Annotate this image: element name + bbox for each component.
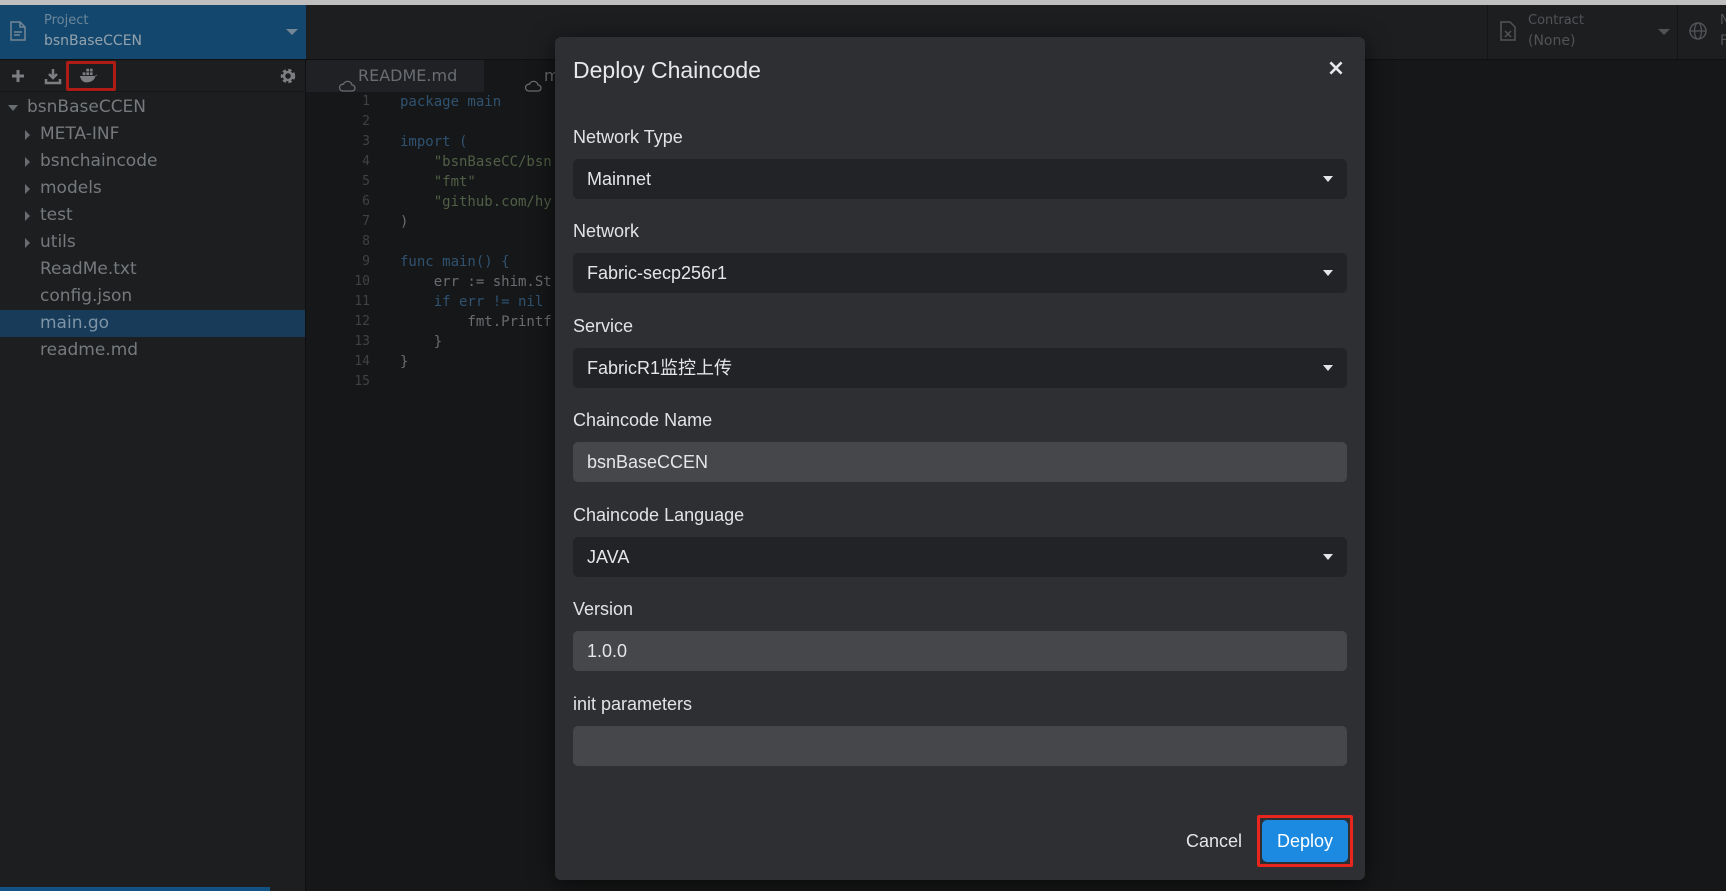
service-label: Service (573, 316, 634, 336)
chaincode-name-label: Chaincode Name (573, 410, 713, 430)
network-type-value: Mainnet (587, 169, 652, 189)
network-select[interactable]: Fabric-secp256r1 (573, 253, 1347, 293)
version-input[interactable]: 1.0.0 (573, 631, 1347, 671)
network-type-select[interactable]: Mainnet (573, 159, 1347, 199)
chevron-down-icon (1323, 176, 1333, 182)
network-value: Fabric-secp256r1 (587, 263, 728, 283)
deploy-button[interactable]: Deploy (1262, 820, 1348, 862)
chevron-down-icon (1323, 554, 1333, 560)
chaincode-name-value: bsnBaseCCEN (587, 452, 709, 472)
init-parameters-label: init parameters (573, 694, 693, 714)
chaincode-language-select[interactable]: JAVA (573, 537, 1347, 577)
network-type-label: Network Type (573, 127, 683, 147)
network-label: Network (573, 221, 640, 241)
init-parameters-input[interactable] (573, 726, 1347, 766)
close-icon[interactable]: × (1324, 57, 1348, 81)
version-value: 1.0.0 (587, 641, 628, 661)
cancel-button[interactable]: Cancel (1179, 824, 1249, 858)
service-value: FabricR1监控上传 (587, 358, 733, 378)
chaincode-language-value: JAVA (587, 547, 630, 567)
chevron-down-icon (1323, 365, 1333, 371)
chaincode-language-label: Chaincode Language (573, 505, 745, 525)
dialog-title: Deploy Chaincode (573, 57, 761, 83)
version-label: Version (573, 599, 634, 619)
ide-app: Project bsnBaseCCEN Contract (None) N F (0, 0, 1726, 891)
service-select[interactable]: FabricR1监控上传 (573, 348, 1347, 388)
deploy-chaincode-dialog: Deploy Chaincode × Network Type Mainnet … (555, 37, 1365, 880)
chevron-down-icon (1323, 270, 1333, 276)
chaincode-name-input[interactable]: bsnBaseCCEN (573, 442, 1347, 482)
